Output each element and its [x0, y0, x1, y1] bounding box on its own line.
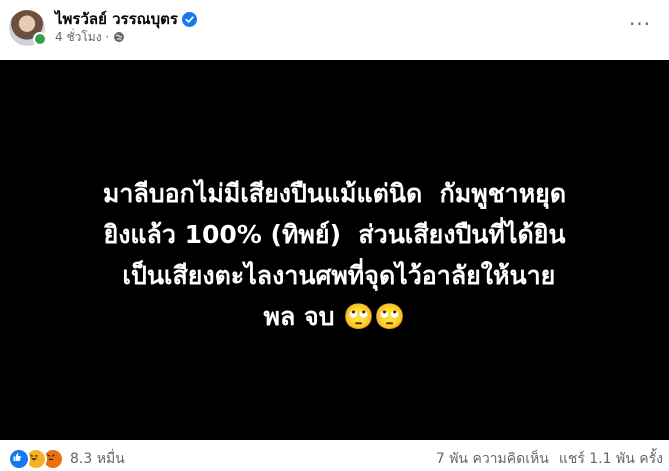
- meta-separator: ·: [105, 30, 110, 44]
- post-text: มาลีบอกไม่มีเสียงปืนแม้แต่นิด ￼ กัมพูชาห…: [15, 173, 655, 337]
- avatar[interactable]: [9, 10, 47, 46]
- post-text-line: มาลีบอกไม่มีเสียงปืนแม้แต่นิด ￼ กัมพูชาห…: [102, 179, 567, 208]
- online-status-icon: [33, 32, 47, 46]
- author-row: ไพรวัลย์ วรรณบุตร: [55, 9, 197, 29]
- post-timestamp[interactable]: 4 ชั่วโมง: [55, 28, 102, 47]
- share-count[interactable]: แชร์ 1.1 พัน ครั้ง: [559, 448, 663, 470]
- reactions-summary[interactable]: 8.3 หมื่น: [8, 448, 125, 470]
- post-text-line: ยิงแล้ว 100% (ทิพย์) ￼ ส่วนเสียงปืนที่ได…: [103, 220, 566, 249]
- public-globe-icon[interactable]: [113, 31, 125, 43]
- post-text-line: พล จบ 🙄🙄: [263, 302, 406, 331]
- engagement-stats: 7 พัน ความคิดเห็น แชร์ 1.1 พัน ครั้ง: [436, 448, 663, 470]
- more-options-button[interactable]: ···: [625, 12, 655, 36]
- post-text-line: ￼ เป็นเสียงตะไลงานศพที่จุดไว้อาลัยให้นาย: [113, 261, 556, 290]
- reaction-count[interactable]: 8.3 หมื่น: [70, 448, 125, 470]
- post-meta: 4 ชั่วโมง ·: [55, 29, 125, 45]
- post-footer: 8.3 หมื่น 7 พัน ความคิดเห็น แชร์ 1.1 พัน…: [0, 440, 669, 471]
- like-icon: [8, 448, 30, 470]
- post-header: ไพรวัลย์ วรรณบุตร 4 ชั่วโมง · ···: [0, 0, 669, 60]
- verified-badge-icon: [181, 11, 197, 27]
- post-text-background: มาลีบอกไม่มีเสียงปืนแม้แต่นิด ￼ กัมพูชาห…: [0, 60, 669, 440]
- comment-count[interactable]: 7 พัน ความคิดเห็น: [436, 448, 549, 470]
